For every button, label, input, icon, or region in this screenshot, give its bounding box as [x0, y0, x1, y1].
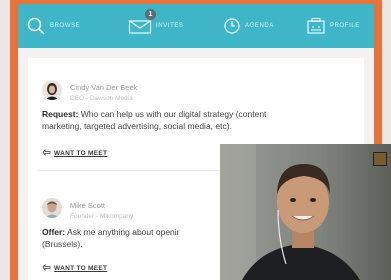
- nav-invites[interactable]: 1 INVITES: [128, 4, 184, 48]
- hand-pointer-icon: [42, 264, 51, 273]
- video-call-overlay[interactable]: [220, 144, 391, 280]
- invites-count-badge: 1: [145, 9, 156, 20]
- nav-invites-label: INVITES: [156, 23, 184, 29]
- post-text-line2: marketing, targeted advertising, social …: [42, 121, 232, 131]
- post-type-label: Offer:: [42, 227, 66, 237]
- top-navigation: BROWSE 1 INVITES AGENDA PROFILE: [18, 4, 374, 48]
- want-to-meet-label: WANT TO MEET: [54, 265, 108, 272]
- camera-thumbnail: [373, 152, 387, 166]
- avatar: [42, 80, 62, 100]
- poster-role: CEO - Dawson Media: [70, 95, 133, 102]
- want-to-meet-label: WANT TO MEET: [54, 150, 108, 157]
- webcam-feed: [220, 144, 391, 280]
- post-body: Request: Who can help us with our digita…: [42, 108, 342, 132]
- nav-browse[interactable]: BROWSE: [26, 4, 80, 48]
- post-text-line1: Ask me anything about openir: [65, 227, 180, 237]
- nav-browse-label: BROWSE: [50, 23, 81, 29]
- nav-profile-label: PROFILE: [330, 23, 360, 29]
- search-icon: [26, 16, 46, 36]
- poster-name[interactable]: Cindy Van Der Beek: [70, 83, 137, 92]
- profile-card-icon: [306, 17, 326, 35]
- nav-agenda[interactable]: AGENDA: [223, 4, 274, 48]
- poster-role: Founder - Mikompany: [70, 213, 134, 220]
- post-type-label: Request:: [42, 109, 79, 119]
- post-text-line1: Who can help us with our digital strateg…: [78, 109, 267, 119]
- poster-name[interactable]: Mike Scott: [70, 201, 105, 210]
- nav-profile[interactable]: PROFILE: [306, 4, 360, 48]
- post-text-line2: (Brussels).: [42, 239, 83, 249]
- want-to-meet-link[interactable]: WANT TO MEET: [42, 149, 107, 158]
- avatar: [42, 198, 62, 218]
- hand-pointer-icon: [42, 149, 51, 158]
- want-to-meet-link[interactable]: WANT TO MEET: [42, 264, 107, 273]
- clock-icon: [223, 17, 241, 35]
- nav-agenda-label: AGENDA: [245, 23, 274, 29]
